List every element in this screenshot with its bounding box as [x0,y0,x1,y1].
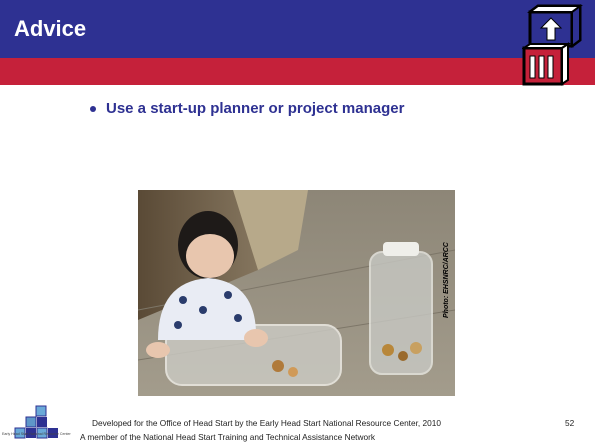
logo-caption: Early Head Start National Resource Cente… [2,432,71,436]
bullet-text: Use a start-up planner or project manage… [106,100,405,117]
baby-photo [138,190,455,396]
bullet-icon [90,106,96,112]
slide-title: Advice [14,16,87,41]
slide: Advice Use a start-up planner or project… [0,0,595,445]
ehs-nrc-logo-icon [14,405,58,439]
bullet-item: Use a start-up planner or project manage… [90,100,404,118]
accent-stripe [0,58,595,85]
header-bar: Advice [0,0,595,58]
footer-credit: Developed for the Office of Head Start b… [92,418,441,428]
page-number: 52 [565,418,575,428]
photo-credit: Photo: EHSNRC/ARCC [443,242,450,318]
blocks-logo-icon [522,4,583,86]
footer-network: A member of the National Head Start Trai… [80,432,376,442]
